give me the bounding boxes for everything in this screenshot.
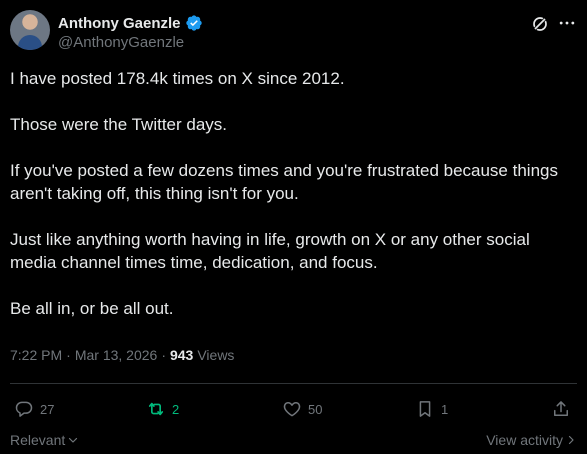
reply-count: 27 (40, 401, 55, 417)
avatar[interactable] (10, 10, 50, 50)
like-count: 50 (308, 401, 323, 417)
like-icon (283, 402, 301, 417)
reply-icon (15, 401, 33, 417)
post-paragraph: Just like anything worth having in life,… (10, 230, 530, 272)
handle[interactable]: @AnthonyGaenzle (58, 34, 184, 51)
meta-separator: · (161, 347, 166, 363)
sort-dropdown[interactable]: Relevant (10, 432, 79, 448)
reply-button[interactable]: 27 (14, 398, 54, 420)
action-bar: 27 2 50 1 (10, 398, 577, 422)
post-footer: Relevant View activity (10, 432, 577, 450)
post-paragraph: Those were the Twitter days. (10, 115, 228, 134)
view-activity-label: View activity (486, 432, 563, 448)
meta-separator: · (66, 347, 71, 363)
post-date[interactable]: Mar 13, 2026 (75, 347, 158, 363)
post-meta: 7:22 PM · Mar 13, 2026 · 943 Views (10, 347, 234, 363)
grok-icon[interactable] (530, 14, 550, 34)
share-icon (554, 401, 568, 416)
post-paragraph: Be all in, or be all out. (10, 299, 174, 318)
post-header: Anthony Gaenzle @AnthonyGaenzle (10, 10, 577, 54)
bookmark-button[interactable]: 1 (415, 398, 448, 420)
bookmark-count: 1 (441, 401, 449, 417)
like-button[interactable]: 50 (282, 398, 322, 420)
sort-label: Relevant (10, 432, 66, 448)
post-paragraph: If you've posted a few dozens times and … (10, 161, 558, 203)
more-icon[interactable] (557, 13, 577, 33)
post-time[interactable]: 7:22 PM (10, 347, 62, 363)
bookmark-icon (419, 401, 431, 417)
views-label[interactable]: Views (197, 347, 234, 363)
share-button[interactable] (551, 398, 571, 420)
post-text: I have posted 178.4k times on X since 20… (10, 67, 577, 320)
chevron-right-icon (568, 435, 574, 445)
display-name[interactable]: Anthony Gaenzle (58, 15, 181, 32)
views-count[interactable]: 943 (170, 347, 193, 363)
name-row: Anthony Gaenzle (58, 13, 203, 33)
repost-icon (148, 402, 164, 416)
post-paragraph: I have posted 178.4k times on X since 20… (10, 69, 345, 88)
divider (10, 383, 577, 384)
chevron-down-icon (69, 437, 78, 443)
view-activity-link[interactable]: View activity (486, 432, 577, 448)
verified-badge-icon[interactable] (185, 14, 203, 32)
repost-count: 2 (172, 401, 180, 417)
repost-button[interactable]: 2 (146, 398, 179, 420)
